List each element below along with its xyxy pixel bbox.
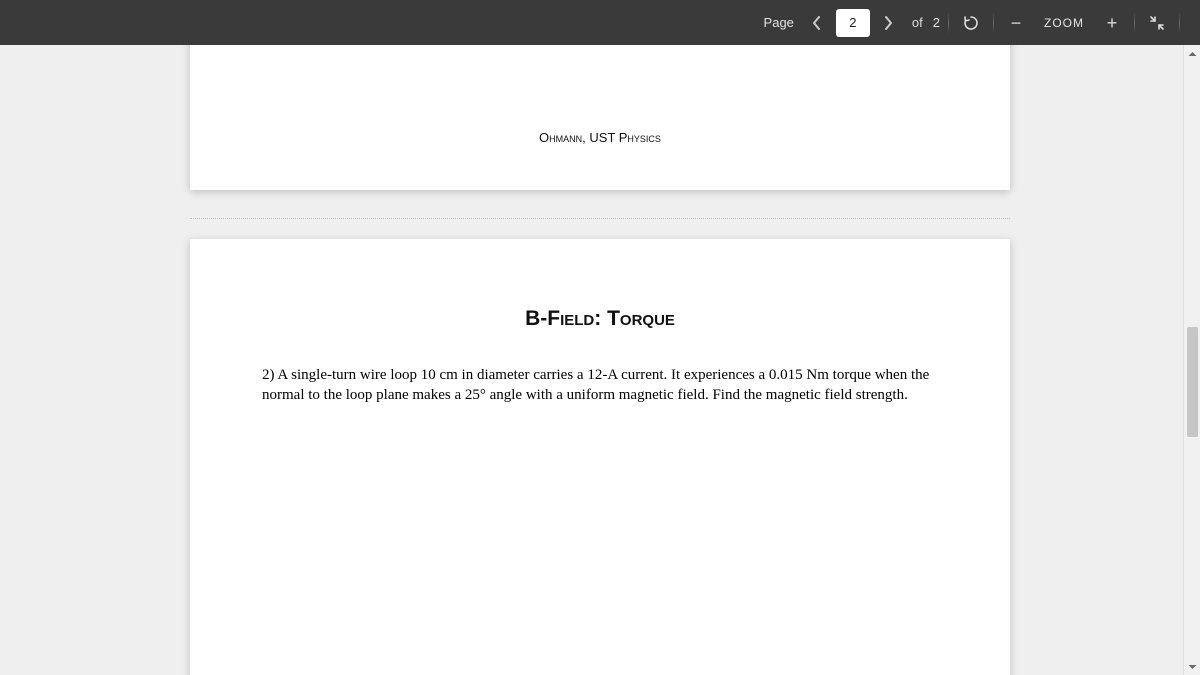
minus-icon: −: [1011, 14, 1022, 32]
title-part: B-F: [525, 307, 560, 330]
exit-fullscreen-button[interactable]: [1143, 9, 1171, 37]
rotate-icon: [962, 14, 980, 32]
toolbar-separator: [993, 12, 994, 34]
document-viewer: Ohmann, UST Physics B-Field: Torque 2) A…: [0, 45, 1200, 675]
toolbar-separator: [948, 12, 949, 34]
of-label: of: [912, 15, 923, 30]
caret-up-icon: [1188, 51, 1197, 57]
scroll-down-button[interactable]: [1184, 658, 1200, 675]
zoom-group: − ZOOM +: [1002, 9, 1126, 37]
document-page-1: Ohmann, UST Physics: [190, 45, 1010, 190]
page-footer: Ohmann, UST Physics: [190, 130, 1010, 145]
caret-down-icon: [1188, 664, 1197, 670]
plus-icon: +: [1107, 14, 1118, 32]
title-part: : T: [594, 307, 620, 330]
toolbar-separator: [1134, 12, 1135, 34]
collapse-icon: [1149, 15, 1165, 31]
zoom-label: ZOOM: [1044, 16, 1084, 30]
scroll-up-button[interactable]: [1184, 45, 1200, 62]
scroll-thumb[interactable]: [1187, 327, 1198, 437]
rotate-button[interactable]: [957, 9, 985, 37]
document-page-2: B-Field: Torque 2) A single-turn wire lo…: [190, 239, 1010, 675]
title-part: orque: [620, 307, 675, 330]
page-label: Page: [764, 15, 794, 30]
title-part: ield: [560, 307, 594, 330]
chevron-right-icon: [884, 16, 893, 30]
page-divider: [190, 218, 1010, 219]
page-nav-group: Page of 2: [764, 9, 940, 37]
problem-text: 2) A single-turn wire loop 10 cm in diam…: [262, 365, 938, 406]
next-page-button[interactable]: [878, 9, 900, 37]
toolbar-separator: [1179, 12, 1180, 34]
pdf-toolbar: Page of 2 − ZOOM +: [0, 0, 1200, 45]
scroll-track[interactable]: [1184, 62, 1200, 658]
page-number-input[interactable]: [836, 9, 870, 37]
vertical-scrollbar[interactable]: [1183, 45, 1200, 675]
zoom-in-button[interactable]: +: [1098, 9, 1126, 37]
page-title: B-Field: Torque: [262, 307, 938, 331]
zoom-out-button[interactable]: −: [1002, 9, 1030, 37]
chevron-left-icon: [812, 16, 821, 30]
prev-page-button[interactable]: [806, 9, 828, 37]
total-pages: 2: [933, 15, 940, 30]
